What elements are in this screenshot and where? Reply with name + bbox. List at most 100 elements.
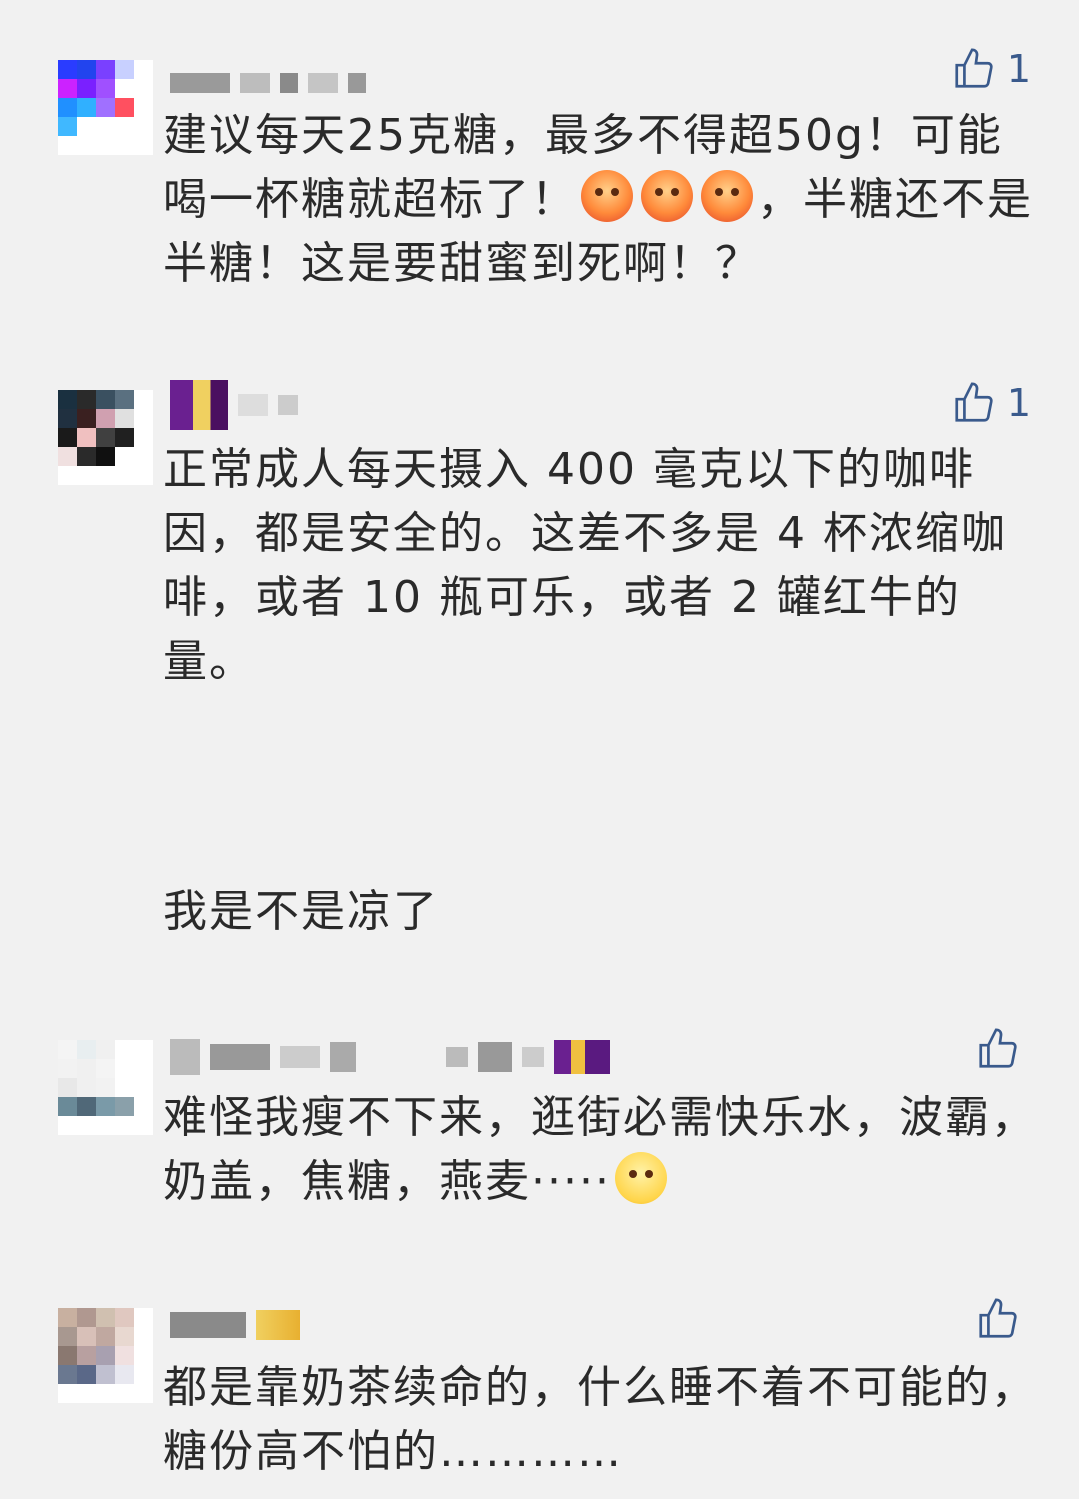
avatar-pixel [115, 1097, 134, 1116]
avatar-pixel [58, 60, 77, 79]
avatar-pixel [96, 428, 115, 447]
avatar-pixel [134, 1116, 153, 1135]
avatar[interactable] [58, 60, 153, 155]
avatar-pixel [115, 1346, 134, 1365]
avatar-pixel [77, 390, 96, 409]
avatar-pixel [115, 1384, 134, 1403]
avatar-pixel [58, 117, 77, 136]
avatar-pixel [96, 466, 115, 485]
avatar-pixel [115, 1116, 134, 1135]
avatar-pixel [96, 60, 115, 79]
avatar-pixel [77, 1040, 96, 1059]
nickname[interactable] [170, 1308, 300, 1342]
avatar-pixel [134, 1078, 153, 1097]
avatar-pixel [96, 447, 115, 466]
avatar-pixel [134, 136, 153, 155]
comment-text: 建议每天25克糖，最多不得超50g！可能喝一杯糖就超标了！ ，半糖还不是半糖！这是… [163, 110, 1033, 289]
avatar-pixel [58, 1116, 77, 1135]
smile-face-icon [614, 1152, 667, 1204]
avatar-pixel [96, 98, 115, 117]
avatar-pixel [96, 1059, 115, 1078]
avatar-pixel [115, 409, 134, 428]
avatar-pixel [77, 409, 96, 428]
avatar-pixel [58, 136, 77, 155]
angry-face-icon [701, 170, 753, 222]
avatar-pixel [96, 117, 115, 136]
avatar-pixel [115, 1059, 134, 1078]
avatar-pixel [77, 117, 96, 136]
comment-text: 都是靠奶茶续命的，什么睡不着不可能的，糖份高不怕的………… [163, 1362, 1037, 1477]
like-button[interactable]: 1 [951, 46, 1031, 92]
avatar-pixel [134, 447, 153, 466]
avatar-pixel [134, 98, 153, 117]
nickname[interactable] [170, 66, 366, 100]
avatar-pixel [134, 466, 153, 485]
avatar-pixel [77, 60, 96, 79]
avatar-pixel [77, 1346, 96, 1365]
comment-text: 难怪我瘦不下来，逛街必需快乐水，波霸，奶盖，焦糖，燕麦····· [163, 1092, 1037, 1207]
avatar[interactable] [58, 1040, 153, 1135]
avatar-pixel [134, 1327, 153, 1346]
avatar-pixel [58, 1059, 77, 1078]
avatar-pixel [77, 1308, 96, 1327]
avatar-pixel [134, 79, 153, 98]
avatar-pixel [96, 1116, 115, 1135]
avatar-pixel [134, 1097, 153, 1116]
thumbs-up-icon [979, 1298, 1017, 1338]
avatar-pixel [77, 447, 96, 466]
avatar-pixel [115, 136, 134, 155]
avatar-pixel [115, 466, 134, 485]
avatar-pixel [96, 1365, 115, 1384]
avatar-pixel [58, 1346, 77, 1365]
avatar-pixel [134, 1346, 153, 1365]
avatar-pixel [115, 60, 134, 79]
avatar-pixel [115, 390, 134, 409]
avatar-pixel [115, 1040, 134, 1059]
avatar-pixel [58, 1384, 77, 1403]
like-button[interactable] [975, 1296, 1031, 1342]
avatar-pixel [96, 1384, 115, 1403]
like-count: 1 [1006, 381, 1031, 425]
avatar-pixel [58, 1078, 77, 1097]
like-button[interactable]: 1 [951, 380, 1031, 426]
avatar-pixel [58, 390, 77, 409]
avatar-pixel [58, 428, 77, 447]
avatar-pixel [115, 1308, 134, 1327]
avatar-pixel [58, 79, 77, 98]
avatar-pixel [58, 466, 77, 485]
avatar-pixel [96, 1327, 115, 1346]
avatar-pixel [77, 1327, 96, 1346]
avatar-pixel [58, 447, 77, 466]
avatar-pixel [134, 1059, 153, 1078]
avatar-pixel [77, 1116, 96, 1135]
avatar-pixel [134, 117, 153, 136]
comment-text-2: 我是不是凉了 [163, 886, 439, 937]
avatar-pixel [58, 1097, 77, 1116]
avatar-pixel [115, 1327, 134, 1346]
avatar-pixel [77, 1365, 96, 1384]
avatar-pixel [134, 428, 153, 447]
nickname[interactable] [170, 1039, 610, 1075]
avatar-pixel [58, 98, 77, 117]
avatar-pixel [77, 1059, 96, 1078]
avatar-pixel [96, 1097, 115, 1116]
avatar-pixel [58, 1327, 77, 1346]
avatar-pixel [77, 98, 96, 117]
avatar-pixel [96, 136, 115, 155]
like-count: 1 [1006, 47, 1031, 91]
thumbs-up-icon [955, 48, 993, 88]
nickname[interactable] [170, 380, 298, 430]
avatar-pixel [115, 1365, 134, 1384]
avatar-pixel [134, 1384, 153, 1403]
avatar-pixel [58, 1308, 77, 1327]
avatar[interactable] [58, 390, 153, 485]
avatar-pixel [96, 1078, 115, 1097]
avatar-pixel [134, 390, 153, 409]
avatar-pixel [134, 60, 153, 79]
avatar-pixel [77, 1384, 96, 1403]
avatar[interactable] [58, 1308, 153, 1403]
avatar-pixel [115, 98, 134, 117]
avatar-pixel [96, 1040, 115, 1059]
avatar-pixel [77, 466, 96, 485]
like-button[interactable] [975, 1026, 1031, 1072]
